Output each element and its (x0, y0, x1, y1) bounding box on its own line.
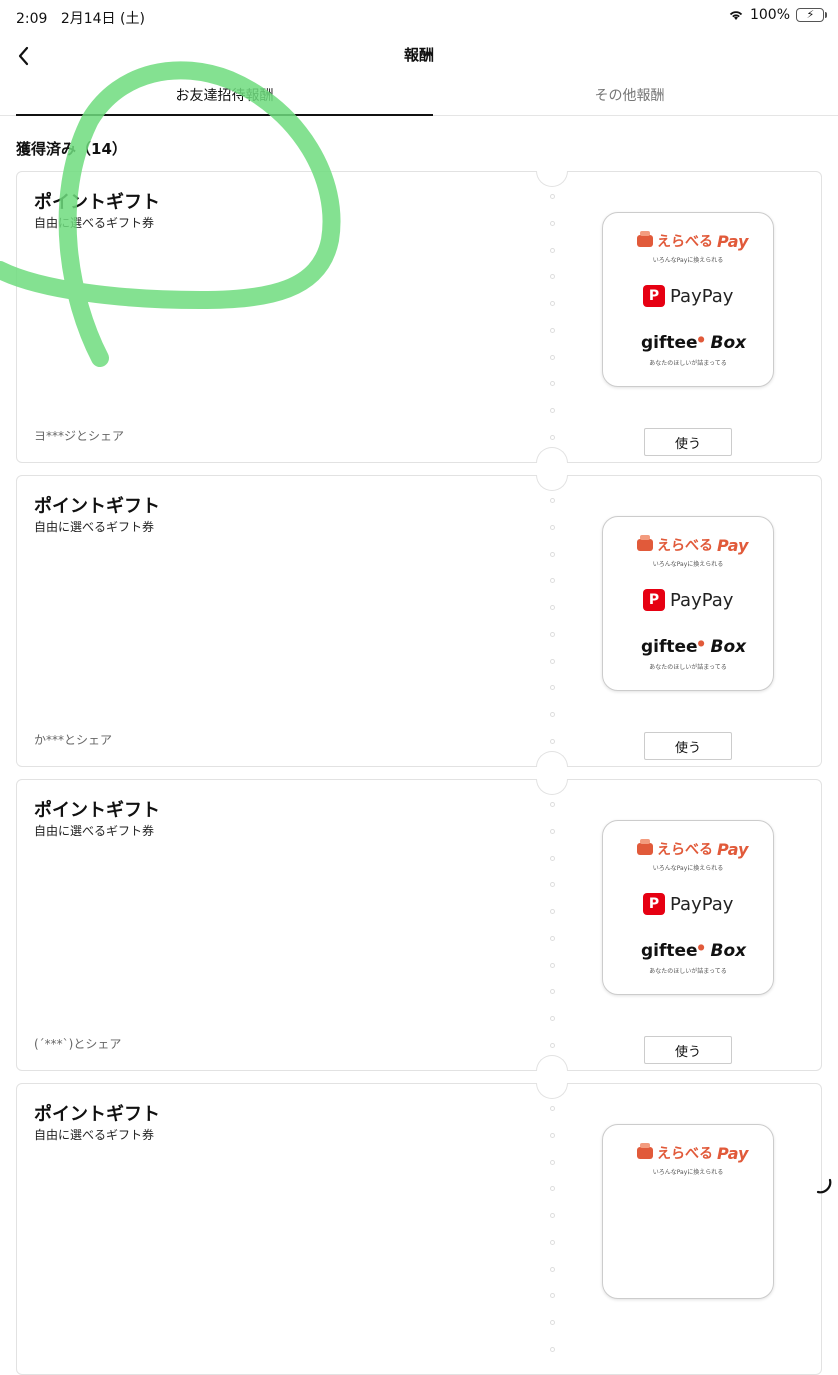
perforation (550, 802, 554, 1048)
wallet-icon (637, 1147, 653, 1159)
card-subtitle: 自由に選べるギフト券 (34, 822, 154, 839)
battery-percent: 100% (750, 7, 790, 23)
tab-other-rewards[interactable]: その他報酬 (421, 78, 838, 116)
reward-card: ポイントギフト 自由に選べるギフト券 か***とシェア えらべるPay いろんな… (16, 475, 822, 767)
use-button[interactable]: 使う (644, 732, 732, 760)
tab-bar: お友達招待報酬 その他報酬 (0, 78, 838, 116)
card-share-text: ヨ***ジとシェア (34, 427, 124, 444)
erabe-pay-logo: えらべるPay (637, 231, 748, 251)
status-bar: 2:09 2月14日 (土) 100% ⚡ (0, 0, 838, 32)
perforation (550, 498, 554, 744)
erabe-pay-logo: えらべるPay (637, 535, 748, 555)
loading-spinner-icon (816, 1178, 832, 1194)
navigation-bar: 報酬 (0, 36, 838, 76)
card-subtitle: 自由に選べるギフト券 (34, 518, 154, 535)
reward-card: ポイントギフト 自由に選べるギフト券 ヨ***ジとシェア えらべるPay いろん… (16, 171, 822, 463)
section-title: 獲得済み（14） (16, 138, 127, 159)
use-button[interactable]: 使う (644, 428, 732, 456)
card-share-text: (´***`)とシェア (34, 1035, 121, 1052)
use-button[interactable]: 使う (644, 1036, 732, 1064)
gift-brand-logos: えらべるPay いろんなPayに換えられる (602, 1124, 774, 1299)
wallet-icon (637, 539, 653, 551)
battery-icon: ⚡ (796, 8, 824, 22)
reward-card: ポイントギフト 自由に選べるギフト券 (´***`)とシェア えらべるPay い… (16, 779, 822, 1071)
card-title: ポイントギフト (34, 1100, 160, 1126)
card-subtitle: 自由に選べるギフト券 (34, 1126, 154, 1143)
tab-friend-invite-rewards[interactable]: お友達招待報酬 (16, 78, 433, 116)
gift-brand-logos: えらべるPay いろんなPayに換えられる PPayPay giftee● Bo… (602, 516, 774, 691)
perforation (550, 1106, 554, 1352)
status-right: 100% ⚡ (728, 7, 824, 23)
erabe-pay-logo: えらべるPay (637, 839, 748, 859)
card-title: ポイントギフト (34, 188, 160, 214)
gift-brand-logos: えらべるPay いろんなPayに換えられる PPayPay giftee● Bo… (602, 212, 774, 387)
wallet-icon (637, 235, 653, 247)
giftee-box-logo: giftee● Box (641, 941, 746, 961)
giftee-box-logo: giftee● Box (641, 333, 746, 353)
erabe-pay-logo: えらべるPay (637, 1143, 748, 1163)
paypay-logo: PPayPay (643, 893, 733, 915)
card-title: ポイントギフト (34, 492, 160, 518)
reward-card: ポイントギフト 自由に選べるギフト券 えらべるPay いろんなPayに換えられる (16, 1083, 822, 1375)
card-share-text: か***とシェア (34, 731, 112, 748)
perforation (550, 194, 554, 440)
page-title: 報酬 (0, 44, 838, 65)
card-subtitle: 自由に選べるギフト券 (34, 214, 154, 231)
card-title: ポイントギフト (34, 796, 160, 822)
wifi-icon (728, 9, 744, 21)
paypay-icon: P (643, 285, 665, 307)
paypay-icon: P (643, 589, 665, 611)
gift-brand-logos: えらべるPay いろんなPayに換えられる PPayPay giftee● Bo… (602, 820, 774, 995)
wallet-icon (637, 843, 653, 855)
status-time: 2:09 2月14日 (土) (16, 8, 145, 28)
paypay-logo: PPayPay (643, 589, 733, 611)
paypay-logo: PPayPay (643, 285, 733, 307)
giftee-box-logo: giftee● Box (641, 637, 746, 657)
paypay-icon: P (643, 893, 665, 915)
